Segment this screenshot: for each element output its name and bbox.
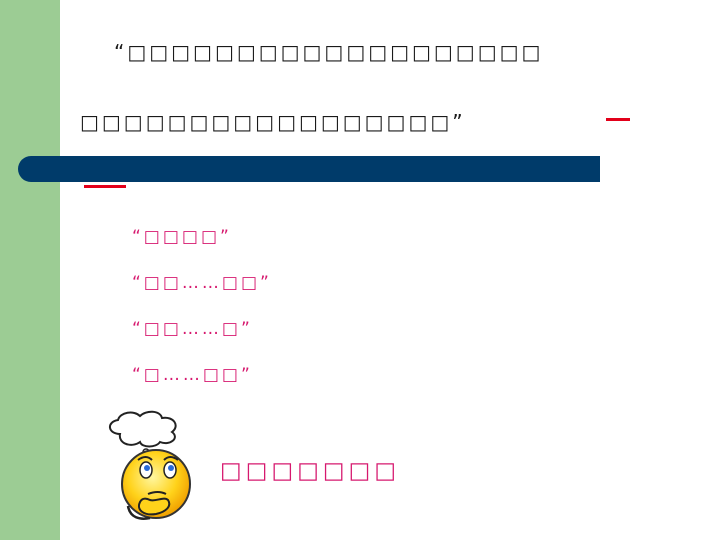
phrase-list: “□□□□” “□□……□□” “□□……□” “□……□□”: [132, 224, 272, 408]
red-dash-right: [606, 118, 630, 121]
question-text: □□□□□□□: [220, 458, 401, 484]
list-item: “□□……□□”: [132, 273, 272, 293]
divider-bar: [18, 156, 600, 182]
left-accent-bar: [0, 0, 60, 540]
red-dash-left: [84, 185, 126, 188]
list-item: “□□□□”: [132, 227, 232, 247]
list-item: “□……□□”: [132, 365, 253, 385]
title-line-2: □□□□□□□□□□□□□□□□□”: [80, 110, 466, 134]
title-line-1: “□□□□□□□□□□□□□□□□□□□: [114, 40, 544, 64]
thinking-face-icon: [109, 410, 191, 520]
list-item: “□□……□”: [132, 319, 253, 339]
